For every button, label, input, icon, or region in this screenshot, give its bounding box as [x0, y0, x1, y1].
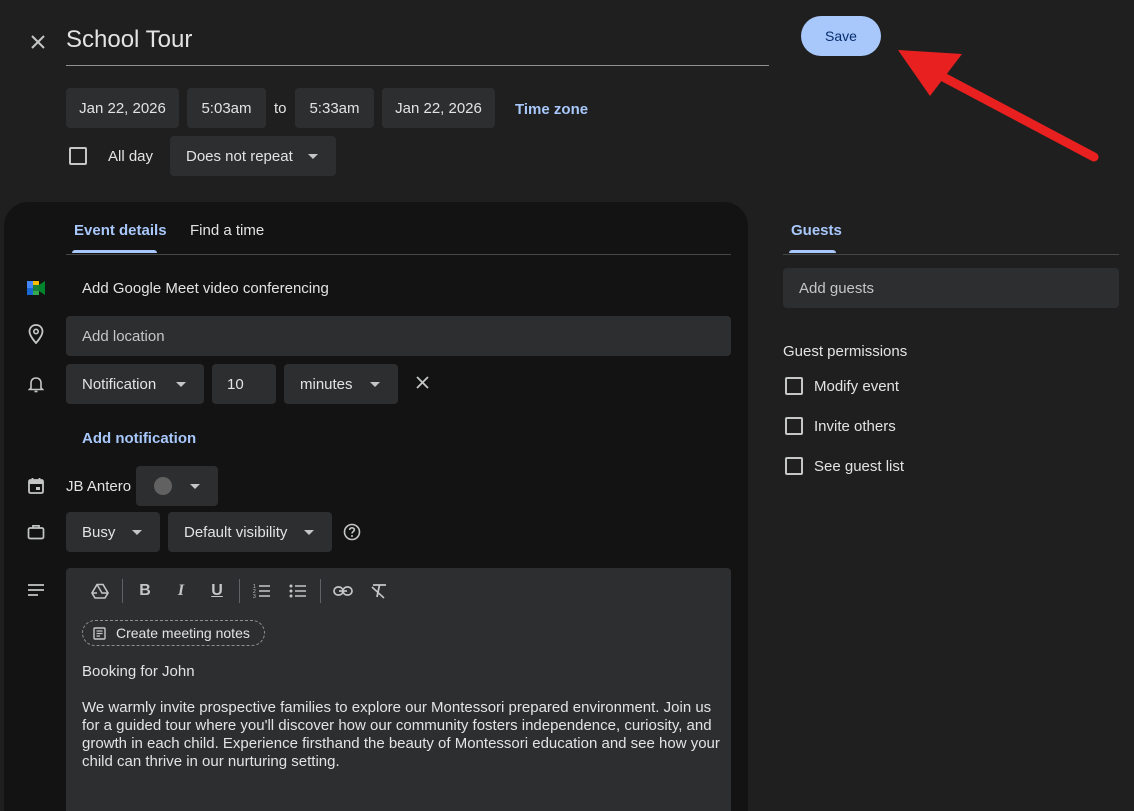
end-time-button[interactable]: 5:33am	[295, 88, 374, 128]
add-notification-button[interactable]: Add notification	[82, 430, 196, 447]
notes-icon	[93, 626, 106, 640]
notification-unit-label: minutes	[300, 375, 353, 393]
see-guest-list-checkbox[interactable]	[785, 457, 803, 475]
google-meet-icon	[24, 276, 48, 300]
description-body: We warmly invite prospective families to…	[82, 699, 720, 770]
end-date-label: Jan 22, 2026	[395, 99, 482, 117]
tab-find-time[interactable]: Find a time	[190, 222, 264, 239]
chevron-down-icon	[132, 529, 142, 535]
calendar-color-dropdown[interactable]	[136, 466, 218, 506]
see-guest-list-label: See guest list	[814, 458, 905, 475]
guest-permissions-title: Guest permissions	[783, 343, 908, 360]
chevron-down-icon	[304, 529, 314, 535]
calendar-icon	[24, 474, 48, 498]
location-pin-icon	[24, 322, 48, 346]
bell-icon	[24, 372, 48, 396]
timezone-link[interactable]: Time zone	[515, 101, 588, 118]
toolbar-divider	[122, 579, 123, 603]
clear-formatting-icon[interactable]	[367, 579, 391, 603]
tab-event-details[interactable]: Event details	[74, 222, 167, 239]
invite-others-label: Invite others	[814, 418, 896, 435]
add-guests-input[interactable]: Add guests	[783, 268, 1119, 308]
end-date-button[interactable]: Jan 22, 2026	[382, 88, 495, 128]
chevron-down-icon	[308, 153, 318, 159]
notification-type-dropdown[interactable]: Notification	[66, 364, 204, 404]
save-button[interactable]: Save	[801, 16, 881, 56]
notification-value-input[interactable]: 10	[212, 364, 276, 404]
tab-guests[interactable]: Guests	[791, 222, 842, 239]
visibility-dropdown[interactable]: Default visibility	[168, 512, 332, 552]
notification-type-label: Notification	[82, 375, 157, 393]
location-input[interactable]: Add location	[66, 316, 731, 356]
start-date-button[interactable]: Jan 22, 2026	[66, 88, 179, 128]
start-time-label: 5:03am	[201, 99, 252, 117]
invite-others-checkbox[interactable]	[785, 417, 803, 435]
italic-icon[interactable]: I	[169, 579, 193, 603]
bold-icon[interactable]: B	[133, 579, 157, 603]
create-notes-label: Create meeting notes	[116, 625, 250, 641]
tab-active-indicator	[72, 250, 157, 253]
location-placeholder: Add location	[82, 327, 165, 345]
to-label: to	[274, 100, 287, 117]
start-date-label: Jan 22, 2026	[79, 99, 166, 117]
bulleted-list-icon[interactable]	[286, 579, 310, 603]
help-icon[interactable]	[340, 520, 364, 544]
chevron-down-icon	[190, 483, 200, 489]
modify-event-checkbox[interactable]	[785, 377, 803, 395]
busy-label: Busy	[82, 523, 116, 541]
description-line1: Booking for John	[82, 663, 195, 680]
add-guests-placeholder: Add guests	[799, 279, 875, 297]
svg-text:3: 3	[253, 594, 256, 599]
title-input[interactable]: School Tour	[66, 24, 769, 66]
repeat-label: Does not repeat	[186, 147, 293, 165]
guests-tab-indicator	[789, 250, 836, 253]
toolbar-divider	[239, 579, 240, 603]
toolbar-divider	[320, 579, 321, 603]
end-time-label: 5:33am	[309, 99, 360, 117]
remove-notification-icon[interactable]	[410, 370, 434, 394]
drive-icon[interactable]	[88, 579, 112, 603]
color-swatch	[154, 477, 172, 495]
guests-divider	[783, 254, 1119, 255]
chevron-down-icon	[370, 381, 380, 387]
link-icon[interactable]	[331, 579, 355, 603]
red-arrow-annotation	[898, 50, 1099, 162]
save-label: Save	[825, 28, 857, 44]
add-meet-button[interactable]: Add Google Meet video conferencing	[82, 280, 329, 297]
create-meeting-notes-button[interactable]: Create meeting notes	[82, 620, 265, 646]
numbered-list-icon[interactable]: 123	[250, 579, 274, 603]
description-icon	[24, 578, 48, 602]
tabs-divider	[66, 254, 731, 255]
allday-label: All day	[108, 148, 154, 165]
busy-dropdown[interactable]: Busy	[66, 512, 160, 552]
close-icon[interactable]	[26, 30, 50, 54]
briefcase-icon	[24, 520, 48, 544]
start-time-button[interactable]: 5:03am	[187, 88, 266, 128]
modify-event-label: Modify event	[814, 378, 900, 395]
visibility-label: Default visibility	[184, 523, 288, 541]
chevron-down-icon	[176, 381, 186, 387]
underline-icon[interactable]: U	[205, 579, 229, 603]
notification-unit-dropdown[interactable]: minutes	[284, 364, 398, 404]
description-editor[interactable]	[66, 568, 731, 811]
allday-checkbox[interactable]	[69, 147, 87, 165]
calendar-owner-label: JB Antero	[66, 478, 132, 495]
repeat-dropdown[interactable]: Does not repeat	[170, 136, 336, 176]
title-text: School Tour	[66, 26, 193, 53]
notification-value: 10	[227, 375, 244, 393]
